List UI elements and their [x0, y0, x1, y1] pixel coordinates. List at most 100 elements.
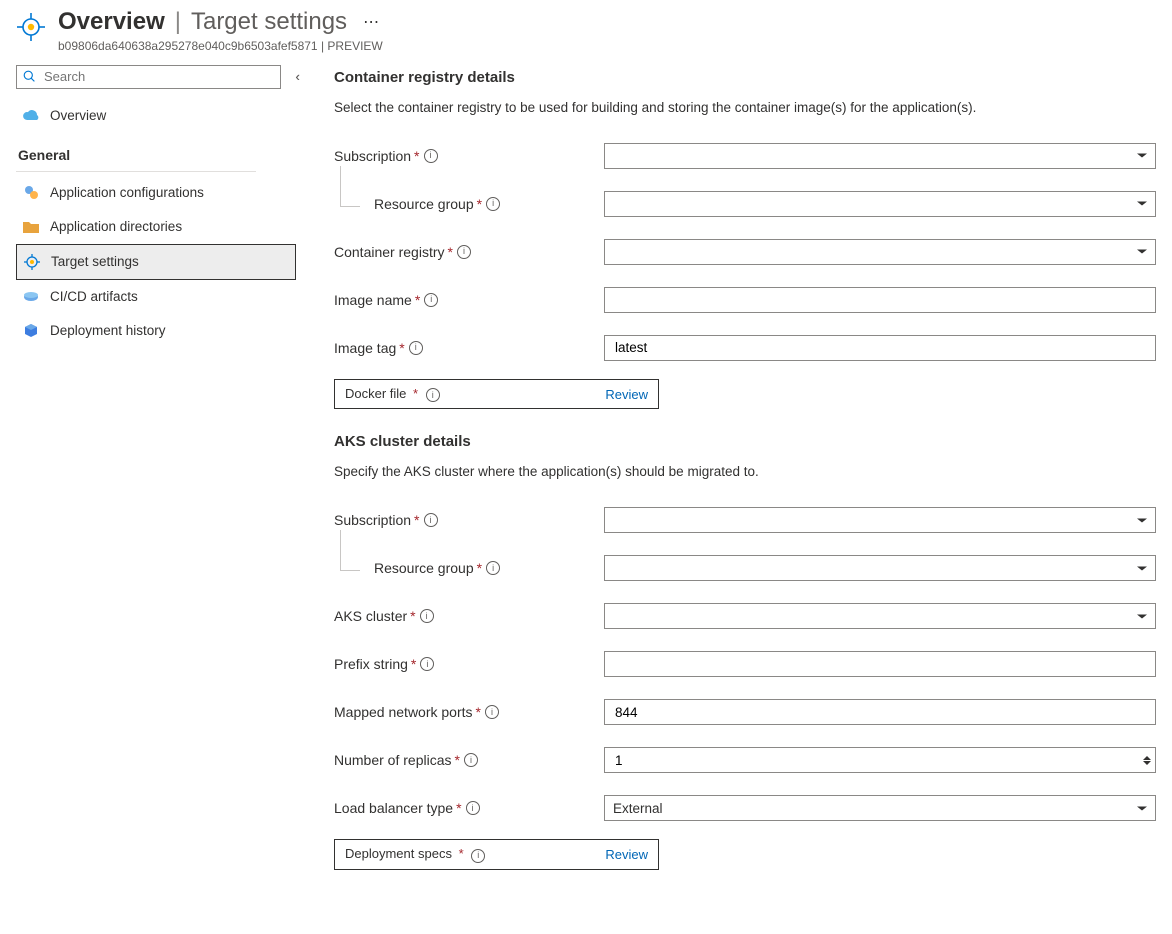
label-image-tag: Image tag * i — [334, 340, 604, 356]
image-tag-input[interactable] — [604, 335, 1156, 361]
label-docker-file: Docker file * i — [345, 386, 440, 403]
chevron-down-icon — [1137, 614, 1147, 618]
section-container-registry: Container registry details Select the co… — [334, 69, 1156, 410]
info-icon[interactable]: i — [464, 753, 478, 767]
mapped-ports-input[interactable] — [604, 699, 1156, 725]
info-icon[interactable]: i — [471, 849, 485, 863]
required-indicator: * — [414, 148, 419, 164]
folder-icon — [22, 218, 40, 236]
spinner-up-button[interactable] — [1143, 756, 1151, 760]
info-icon[interactable]: i — [486, 197, 500, 211]
sidebar-item-label: Application directories — [50, 219, 182, 234]
aks-cluster-dropdown[interactable] — [604, 603, 1156, 629]
required-indicator: * — [410, 608, 415, 624]
section-desc-aks: Specify the AKS cluster where the applic… — [334, 464, 1156, 479]
chevron-down-icon — [1137, 154, 1147, 158]
label-aks-cluster: AKS cluster * i — [334, 608, 604, 624]
sidebar-item-app-directories[interactable]: Application directories — [16, 210, 296, 244]
image-name-input[interactable] — [604, 287, 1156, 313]
required-indicator: * — [477, 196, 482, 212]
sidebar-item-target-settings[interactable]: Target settings — [16, 244, 296, 280]
required-indicator: * — [459, 846, 464, 861]
sidebar-item-deployment-history[interactable]: Deployment history — [16, 314, 296, 348]
required-indicator: * — [399, 340, 404, 356]
target-small-icon — [23, 253, 41, 271]
info-icon[interactable]: i — [426, 388, 440, 402]
info-icon[interactable]: i — [420, 657, 434, 671]
lb-type-dropdown[interactable]: External — [604, 795, 1156, 821]
spinner-down-button[interactable] — [1143, 761, 1151, 765]
section-desc-registry: Select the container registry to be used… — [334, 100, 1156, 115]
sidebar-item-app-configurations[interactable]: Application configurations — [16, 176, 296, 210]
deployment-specs-review-row: Deployment specs * i Review — [334, 839, 659, 870]
required-indicator: * — [448, 244, 453, 260]
resource-id: b09806da640638a295278e040c9b6503afef5871 — [58, 39, 318, 53]
subscription-dropdown[interactable] — [604, 143, 1156, 169]
target-icon — [16, 12, 46, 42]
info-icon[interactable]: i — [409, 341, 423, 355]
page-header: Overview | Target settings ⋯ b09806da640… — [0, 0, 1172, 65]
tree-connector — [334, 196, 368, 212]
info-icon[interactable]: i — [420, 609, 434, 623]
aks-subscription-dropdown[interactable] — [604, 507, 1156, 533]
required-indicator: * — [413, 386, 418, 401]
label-resource-group: Resource group * i — [334, 196, 604, 212]
sidebar-search[interactable] — [16, 65, 281, 89]
info-icon[interactable]: i — [457, 245, 471, 259]
chevron-down-icon — [1137, 518, 1147, 522]
sidebar: ‹‹ Overview General Application configur… — [16, 65, 296, 894]
label-image-name: Image name * i — [334, 292, 604, 308]
cube-icon — [22, 322, 40, 340]
image-tag-value[interactable] — [613, 339, 1147, 356]
required-indicator: * — [411, 656, 416, 672]
sidebar-item-label: CI/CD artifacts — [50, 289, 138, 304]
label-mapped-ports: Mapped network ports * i — [334, 704, 604, 720]
info-icon[interactable]: i — [424, 513, 438, 527]
chevron-down-icon — [1137, 806, 1147, 810]
docker-file-review-row: Docker file * i Review — [334, 379, 659, 410]
info-icon[interactable]: i — [424, 293, 438, 307]
aks-resource-group-dropdown[interactable] — [604, 555, 1156, 581]
sidebar-item-overview[interactable]: Overview — [16, 99, 296, 133]
label-deployment-specs: Deployment specs * i — [345, 846, 485, 863]
sidebar-divider — [16, 171, 256, 172]
mapped-ports-value[interactable] — [613, 704, 1147, 721]
pipeline-icon — [22, 288, 40, 306]
section-heading-aks: AKS cluster details — [334, 433, 1156, 450]
lb-type-value: External — [613, 801, 663, 816]
label-aks-subscription: Subscription * i — [334, 512, 604, 528]
cloud-icon — [22, 107, 40, 125]
deployment-specs-review-link[interactable]: Review — [605, 847, 648, 862]
section-aks-cluster: AKS cluster details Specify the AKS clus… — [334, 433, 1156, 870]
page-subtitle: Target settings — [191, 8, 347, 36]
search-icon — [23, 70, 36, 83]
prefix-string-input[interactable] — [604, 651, 1156, 677]
label-container-registry: Container registry * i — [334, 244, 604, 260]
resource-group-dropdown[interactable] — [604, 191, 1156, 217]
page-subheading: b09806da640638a295278e040c9b6503afef5871… — [58, 39, 383, 53]
container-registry-dropdown[interactable] — [604, 239, 1156, 265]
required-indicator: * — [455, 752, 460, 768]
info-icon[interactable]: i — [466, 801, 480, 815]
sidebar-item-cicd-artifacts[interactable]: CI/CD artifacts — [16, 280, 296, 314]
chevron-down-icon — [1137, 250, 1147, 254]
page-title: Overview — [58, 8, 165, 37]
required-indicator: * — [477, 560, 482, 576]
search-input[interactable] — [42, 68, 274, 85]
info-icon[interactable]: i — [485, 705, 499, 719]
docker-file-review-link[interactable]: Review — [605, 387, 648, 402]
sidebar-item-label: Deployment history — [50, 323, 166, 338]
info-icon[interactable]: i — [486, 561, 500, 575]
sidebar-item-label: Application configurations — [50, 185, 204, 200]
required-indicator: * — [415, 292, 420, 308]
main-content: Container registry details Select the co… — [296, 65, 1156, 894]
replicas-spinner[interactable] — [604, 747, 1156, 773]
label-lb-type: Load balancer type * i — [334, 800, 604, 816]
gear-cloud-icon — [22, 184, 40, 202]
chevron-down-icon — [1137, 202, 1147, 206]
preview-badge: PREVIEW — [327, 39, 382, 53]
more-actions-button[interactable]: ⋯ — [363, 12, 379, 32]
replicas-value[interactable] — [613, 752, 1133, 769]
info-icon[interactable]: i — [424, 149, 438, 163]
sidebar-section-general: General — [16, 133, 296, 165]
